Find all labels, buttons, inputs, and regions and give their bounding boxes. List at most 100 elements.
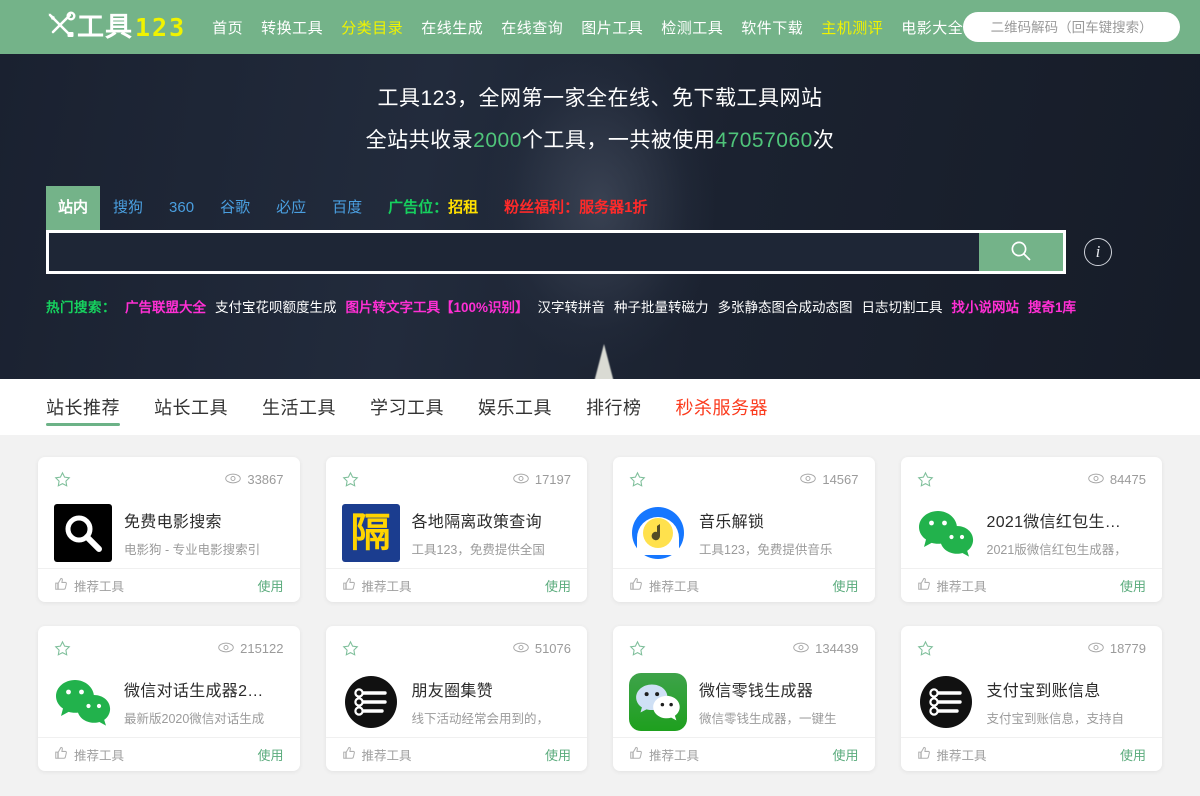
hot-item-3[interactable]: 汉字转拼音 xyxy=(538,296,606,316)
use-button[interactable]: 使用 xyxy=(257,745,283,764)
card-header: 33867 xyxy=(54,469,284,489)
nav-item-query[interactable]: 在线查询 xyxy=(501,17,563,38)
list-black-circle-icon xyxy=(916,672,975,731)
stats-middle: 个工具，一共被使用 xyxy=(521,129,716,152)
hot-item-5[interactable]: 多张静态图合成动态图 xyxy=(718,296,853,316)
eye-icon xyxy=(793,641,809,656)
search-submit-button[interactable] xyxy=(979,233,1063,271)
hot-item-6[interactable]: 日志切割工具 xyxy=(862,296,943,316)
nav-item-host-review[interactable]: 主机测评 xyxy=(821,17,883,38)
tool-card[interactable]: 84475 2021微信红包生… 2021版微信红包生成器， 推荐工具 使用 xyxy=(900,457,1162,602)
tab-flash-sale-server[interactable]: 秒杀服务器 xyxy=(676,379,769,435)
use-button[interactable]: 使用 xyxy=(832,576,858,595)
engine-tab-sogou[interactable]: 搜狗 xyxy=(100,186,156,230)
recommend-label: 推荐工具 xyxy=(74,580,125,594)
nav-item-generate[interactable]: 在线生成 xyxy=(421,17,483,38)
star-outline-icon[interactable] xyxy=(629,640,646,657)
star-outline-icon[interactable] xyxy=(54,471,71,488)
main-search-input[interactable] xyxy=(49,233,979,271)
search-engine-tabs: 站内 搜狗 360 谷歌 必应 百度 广告位：招租 粉丝福利：服务器1折 xyxy=(46,186,1154,230)
card-title: 免费电影搜索 xyxy=(124,513,222,531)
tab-entertainment-tools[interactable]: 娱乐工具 xyxy=(478,379,552,435)
tab-ranking[interactable]: 排行榜 xyxy=(586,379,642,435)
tool-card[interactable]: 215122 微信对话生成器2… 最新版2020微信对话生成 推荐工具 使用 xyxy=(38,626,300,771)
card-header: 18779 xyxy=(917,638,1146,658)
star-outline-icon[interactable] xyxy=(342,640,359,657)
star-outline-icon[interactable] xyxy=(629,471,646,488)
nav-item-download[interactable]: 软件下载 xyxy=(741,17,803,38)
card-text-block: 微信零钱生成器 微信零钱生成器，一键生 xyxy=(699,677,859,727)
views-count: 18779 xyxy=(1109,640,1146,656)
tool-card[interactable]: 33867 免费电影搜索 电影狗 - 专业电影搜索引 推荐工具 使用 xyxy=(38,457,300,602)
card-header: 84475 xyxy=(917,469,1146,489)
tab-life-tools[interactable]: 生活工具 xyxy=(262,379,336,435)
hot-item-1[interactable]: 支付宝花呗额度生成 xyxy=(215,296,337,316)
fan-benefit-link[interactable]: 粉丝福利：服务器1折 xyxy=(491,186,660,230)
star-outline-icon[interactable] xyxy=(917,471,934,488)
logo-number: 123 xyxy=(135,12,187,42)
card-text-block: 微信对话生成器2… 最新版2020微信对话生成 xyxy=(124,677,284,727)
engine-tab-google[interactable]: 谷歌 xyxy=(207,186,263,230)
ad-slot-value: 招租 xyxy=(448,199,479,216)
card-text-block: 支付宝到账信息 支付宝到账信息，支持自 xyxy=(987,677,1147,727)
engine-tab-360[interactable]: 360 xyxy=(156,186,207,230)
list-black-circle-icon xyxy=(341,672,400,731)
qr-decode-search-input[interactable] xyxy=(963,12,1180,42)
info-circle-icon[interactable]: i xyxy=(1084,238,1112,266)
hot-item-2[interactable]: 图片转文字工具【100%识别】 xyxy=(346,296,529,316)
recommend-tag: 推荐工具 xyxy=(629,745,699,764)
recommend-label: 推荐工具 xyxy=(649,749,700,763)
site-logo[interactable]: 工具 123 xyxy=(46,11,186,44)
hero-title: 工具123，全网第一家全在线、免下载工具网站 xyxy=(377,87,823,110)
card-body: 隔 各地隔离政策查询 工具123，免费提供全国 xyxy=(341,497,572,568)
card-body: 音乐解锁 工具123，免费提供音乐 xyxy=(629,497,859,568)
ad-slot-label: 广告位： xyxy=(388,199,449,216)
tool-card[interactable]: 17197 隔 各地隔离政策查询 工具123，免费提供全国 推荐工具 使用 xyxy=(325,457,587,602)
star-outline-icon[interactable] xyxy=(917,640,934,657)
hot-search-row: 热门搜索： 广告联盟大全 支付宝花呗额度生成 图片转文字工具【100%识别】 汉… xyxy=(46,296,1154,316)
card-body: 免费电影搜索 电影狗 - 专业电影搜索引 xyxy=(54,497,284,568)
card-title: 音乐解锁 xyxy=(699,513,765,531)
use-button[interactable]: 使用 xyxy=(257,576,283,595)
tab-webmaster-recommend[interactable]: 站长推荐 xyxy=(46,379,120,435)
nav-item-convert[interactable]: 转换工具 xyxy=(261,17,323,38)
eye-icon xyxy=(800,472,817,487)
use-button[interactable]: 使用 xyxy=(1120,576,1146,595)
nav-item-movies[interactable]: 电影大全 xyxy=(901,17,963,38)
use-button[interactable]: 使用 xyxy=(545,576,571,595)
tab-webmaster-tools[interactable]: 站长工具 xyxy=(154,379,228,435)
nav-item-image-tools[interactable]: 图片工具 xyxy=(581,17,643,38)
card-header: 14567 xyxy=(629,469,859,489)
tab-study-tools[interactable]: 学习工具 xyxy=(370,379,444,435)
card-footer: 推荐工具 使用 xyxy=(900,568,1162,602)
engine-tab-site[interactable]: 站内 xyxy=(46,186,101,230)
hot-item-4[interactable]: 种子批量转磁力 xyxy=(614,296,709,316)
nav-item-home[interactable]: 首页 xyxy=(212,17,243,38)
recommend-label: 推荐工具 xyxy=(936,580,987,594)
tool-card[interactable]: 134439 微信零钱生成器 微信零钱生成器，一键生 推荐工具 使用 xyxy=(613,626,875,771)
use-button[interactable]: 使用 xyxy=(545,745,571,764)
hot-item-0[interactable]: 广告联盟大全 xyxy=(125,296,206,316)
hot-item-8[interactable]: 搜奇1库 xyxy=(1028,296,1076,316)
card-description: 电影狗 - 专业电影搜索引 xyxy=(124,542,261,557)
tool-count: 2000 xyxy=(473,129,522,152)
hot-item-7[interactable]: 找小说网站 xyxy=(952,296,1020,316)
star-outline-icon[interactable] xyxy=(342,471,359,488)
tool-card[interactable]: 51076 朋友圈集赞 线下活动经常会用到的， 推荐工具 使用 xyxy=(325,626,587,771)
card-description: 2021版微信红包生成器， xyxy=(986,542,1127,557)
engine-tab-baidu[interactable]: 百度 xyxy=(319,186,375,230)
star-outline-icon[interactable] xyxy=(54,640,71,657)
use-button[interactable]: 使用 xyxy=(1120,745,1146,764)
views-counter: 17197 xyxy=(513,472,571,487)
card-title: 微信对话生成器2… xyxy=(124,682,264,700)
recommend-label: 推荐工具 xyxy=(361,580,412,594)
stats-suffix: 次 xyxy=(812,129,835,152)
tool-card[interactable]: 14567 音乐解锁 工具123，免费提供音乐 推荐工具 使用 xyxy=(613,457,875,602)
ad-slot-link[interactable]: 广告位：招租 xyxy=(375,186,491,230)
tool-card[interactable]: 18779 支付宝到账信息 支付宝到账信息，支持自 推荐工具 使用 xyxy=(900,626,1162,771)
ge-yellow-blue-icon: 隔 xyxy=(341,503,400,562)
nav-item-detect[interactable]: 检测工具 xyxy=(661,17,723,38)
nav-item-catalog[interactable]: 分类目录 xyxy=(341,17,403,38)
engine-tab-bing[interactable]: 必应 xyxy=(263,186,319,230)
use-button[interactable]: 使用 xyxy=(832,745,858,764)
